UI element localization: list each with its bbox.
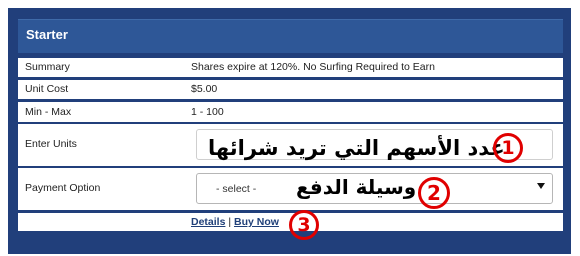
marker-2: 2 bbox=[418, 177, 450, 209]
payment-option-selected: - select - bbox=[216, 183, 257, 195]
links-separator: | bbox=[228, 216, 232, 228]
details-link[interactable]: Details bbox=[191, 216, 225, 228]
summary-value: Shares expire at 120%. No Surfing Requir… bbox=[191, 61, 435, 73]
panel-header: Starter bbox=[18, 19, 563, 53]
links-label-cell bbox=[18, 213, 184, 231]
buy-now-link[interactable]: Buy Now bbox=[234, 216, 279, 228]
min-max-value-cell: 1 - 100 bbox=[184, 102, 563, 122]
enter-units-label-cell: Enter Units bbox=[18, 124, 184, 166]
payment-option-label: Payment Option bbox=[25, 182, 101, 194]
min-max-label-cell: Min - Max bbox=[18, 102, 184, 122]
chevron-down-icon bbox=[537, 183, 545, 189]
unit-cost-label-cell: Unit Cost bbox=[18, 80, 184, 99]
enter-units-label: Enter Units bbox=[25, 138, 77, 150]
payment-annotation: وسيلة الدفع bbox=[296, 175, 417, 199]
payment-option-label-cell: Payment Option bbox=[18, 168, 184, 210]
summary-label: Summary bbox=[25, 61, 70, 73]
panel-title: Starter bbox=[26, 27, 68, 42]
summary-value-cell: Shares expire at 120%. No Surfing Requir… bbox=[184, 58, 563, 77]
units-annotation: عدد الأسهم التي تريد شرائها bbox=[208, 136, 505, 160]
marker-1: 1 bbox=[493, 133, 523, 163]
unit-cost-value: $5.00 bbox=[191, 83, 218, 95]
min-max-value: 1 - 100 bbox=[191, 106, 224, 118]
links-value-cell: Details | Buy Now bbox=[184, 213, 563, 231]
unit-cost-value-cell: $5.00 bbox=[184, 80, 563, 99]
starter-panel: Starter Summary Shares expire at 120%. N… bbox=[8, 8, 571, 254]
summary-label-cell: Summary bbox=[18, 58, 184, 77]
min-max-label: Min - Max bbox=[25, 106, 72, 118]
unit-cost-label: Unit Cost bbox=[25, 83, 69, 95]
marker-3: 3 bbox=[289, 210, 319, 240]
